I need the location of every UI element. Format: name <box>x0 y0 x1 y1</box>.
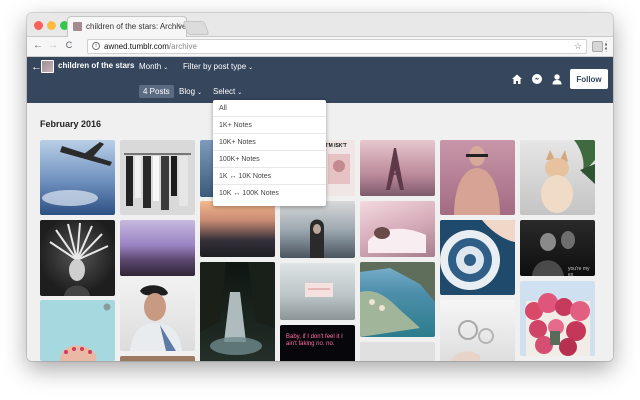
post-tile[interactable] <box>40 140 115 215</box>
menu-icon[interactable] <box>605 41 609 52</box>
post-tile[interactable]: Baby, if I don't feel it I ain't faking … <box>280 325 355 361</box>
minimize-window-button[interactable] <box>47 21 56 30</box>
dropdown-option-100k-plus[interactable]: 100K+ Notes <box>213 151 326 168</box>
chevron-down-icon: ⌄ <box>197 90 203 96</box>
post-tile[interactable] <box>200 262 275 361</box>
note-count-select-label: Select <box>213 87 236 96</box>
post-tile[interactable] <box>200 201 275 257</box>
caption-text: you're my ex <box>568 266 590 276</box>
post-tile[interactable] <box>40 300 115 361</box>
close-window-button[interactable] <box>34 21 43 30</box>
post-tile[interactable] <box>520 140 595 215</box>
hooded-figure-icon <box>310 219 324 258</box>
mandala-blanket-icon <box>440 220 515 290</box>
hands-icon <box>60 303 111 361</box>
account-icon[interactable] <box>551 73 563 85</box>
dropdown-option-10k-plus[interactable]: 10K+ Notes <box>213 134 326 151</box>
flowered-house-icon <box>525 293 590 356</box>
month-filter[interactable]: Month ⌄ <box>139 62 168 71</box>
post-tile[interactable] <box>280 263 355 320</box>
month-heading: February 2016 <box>40 119 102 129</box>
month-filter-label: Month <box>139 62 162 71</box>
post-type-filter[interactable]: Filter by post type ⌄ <box>183 62 253 71</box>
home-icon[interactable] <box>511 73 523 85</box>
clothing-rack-icon <box>124 153 191 210</box>
airplane-icon <box>42 142 112 206</box>
extension-icon[interactable] <box>592 41 603 52</box>
url-path: /archive <box>168 42 197 51</box>
posts-count-badge: 4 Posts <box>139 85 174 98</box>
shirtless-man-icon <box>454 146 500 215</box>
coastline-icon <box>360 262 435 337</box>
bookmark-star-icon[interactable]: ☆ <box>574 41 582 52</box>
follow-button[interactable]: Follow <box>570 69 608 89</box>
post-tile[interactable]: you're my ex <box>520 220 595 276</box>
post-tile[interactable] <box>120 356 195 361</box>
sign-icon <box>305 283 333 297</box>
glasses-icon <box>450 320 494 361</box>
post-tile[interactable] <box>440 140 515 215</box>
neon-sign-text: Baby, if I don't feel it I ain't faking … <box>286 334 343 347</box>
blog-filter[interactable]: Blog ⌄ <box>179 87 202 96</box>
tab-bar: children of the stars: Archive × <box>27 13 613 37</box>
browser-window: children of the stars: Archive × ← → C i… <box>27 13 613 361</box>
reload-button[interactable]: C <box>63 40 75 50</box>
bed-icon <box>368 227 426 253</box>
url-host: awned.tumblr.com <box>104 42 169 51</box>
post-type-filter-label: Filter by post type <box>183 62 247 71</box>
chevron-down-icon: ⌄ <box>248 65 254 71</box>
eiffel-tower-icon <box>386 148 404 190</box>
post-tile[interactable] <box>360 140 435 196</box>
back-button[interactable]: ← <box>32 40 44 51</box>
new-tab-button[interactable] <box>182 21 210 35</box>
tab-title: children of the stars: Archive <box>86 22 187 31</box>
messaging-icon[interactable] <box>531 73 543 85</box>
headdress-icon <box>49 222 109 296</box>
dropdown-option-1k-plus[interactable]: 1K+ Notes <box>213 117 326 134</box>
chevron-down-icon: ⌄ <box>163 65 169 71</box>
post-tile[interactable] <box>120 220 195 276</box>
tab-favicon-icon <box>73 22 82 31</box>
dropdown-option-1k-10k[interactable]: 1K ↔ 10K Notes <box>213 168 326 185</box>
dropdown-option-10k-100k[interactable]: 10K ↔ 100K Notes <box>213 185 326 202</box>
post-tile[interactable] <box>120 140 195 215</box>
blog-filter-label: Blog <box>179 87 196 96</box>
site-info-icon[interactable]: i <box>92 42 100 50</box>
waterfall-icon <box>200 262 275 355</box>
post-tile[interactable] <box>120 281 195 351</box>
cat-icon <box>541 140 595 213</box>
address-bar[interactable]: i awned.tumblr.com/archive ☆ <box>87 39 587 54</box>
post-tile[interactable] <box>440 220 515 295</box>
forward-button[interactable]: → <box>47 40 59 51</box>
browser-toolbar: ← → C i awned.tumblr.com/archive ☆ <box>27 37 613 57</box>
blog-avatar[interactable] <box>41 60 54 73</box>
post-tile[interactable] <box>440 300 515 361</box>
browser-tab[interactable]: children of the stars: Archive × <box>67 16 187 37</box>
close-tab-icon[interactable]: × <box>176 21 181 30</box>
post-tile[interactable] <box>280 201 355 258</box>
post-tile[interactable] <box>520 281 595 356</box>
dropdown-option-all[interactable]: All <box>213 100 326 117</box>
blog-title[interactable]: children of the stars <box>58 61 134 70</box>
post-tile[interactable] <box>360 201 435 257</box>
archive-header: ← children of the stars Month ⌄ Filter by… <box>27 57 613 103</box>
post-tile[interactable] <box>360 342 435 361</box>
post-tile[interactable] <box>360 262 435 337</box>
note-count-dropdown: All 1K+ Notes 10K+ Notes 100K+ Notes 1K … <box>213 100 326 206</box>
note-count-select[interactable]: Select ⌄ <box>213 87 242 96</box>
tumblr-archive-page: ← children of the stars Month ⌄ Filter by… <box>27 57 613 361</box>
post-tile[interactable] <box>40 220 115 296</box>
chevron-down-icon: ⌄ <box>237 90 243 96</box>
portrait-icon <box>130 285 182 351</box>
